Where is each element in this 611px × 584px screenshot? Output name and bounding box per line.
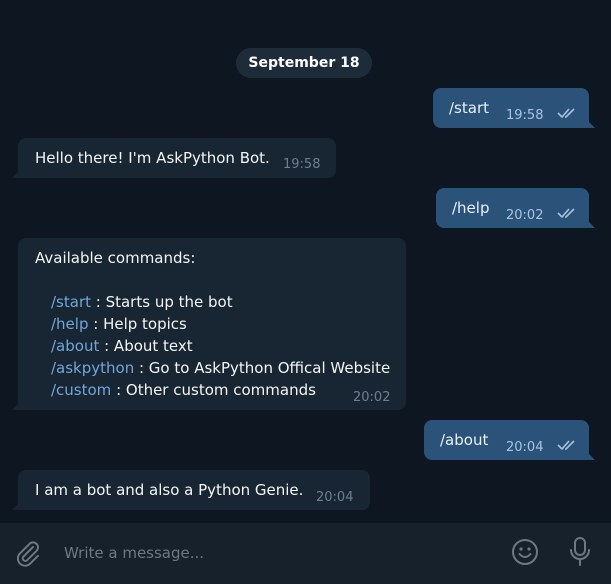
message-incoming[interactable]: Hello there! I'm AskPython Bot. 19:58: [12, 138, 336, 178]
message-time: 19:58: [506, 108, 544, 123]
paperclip-icon[interactable]: [14, 538, 42, 568]
message-text: /about: [440, 431, 489, 449]
command-line: /help : Help topics: [51, 313, 187, 335]
message-time: 20:04: [506, 440, 544, 455]
command-line: /about : About text: [51, 335, 193, 357]
command-link[interactable]: /custom: [51, 381, 111, 399]
message-incoming[interactable]: I am a bot and also a Python Genie. 20:0…: [12, 470, 370, 510]
microphone-icon[interactable]: [567, 535, 593, 569]
command-description: : About text: [99, 337, 193, 355]
command-line: /askpython : Go to AskPython Offical Web…: [51, 357, 390, 379]
command-line: /custom : Other custom commands: [51, 379, 316, 401]
message-time: 20:02: [353, 390, 391, 405]
command-description: : Help topics: [88, 315, 187, 333]
command-line: /start : Starts up the bot: [51, 291, 233, 313]
double-check-icon: [557, 108, 575, 119]
message-text: /start: [449, 99, 489, 117]
message-text: Hello there! I'm AskPython Bot.: [35, 149, 270, 167]
command-description: : Starts up the bot: [91, 293, 233, 311]
double-check-icon: [557, 208, 575, 219]
message-composer: [0, 523, 611, 584]
message-outgoing[interactable]: /about 20:04: [424, 420, 595, 460]
message-time: 20:02: [506, 208, 544, 223]
message-outgoing[interactable]: /start 19:58: [433, 88, 595, 128]
command-description: : Go to AskPython Offical Website: [134, 359, 391, 377]
message-text: I am a bot and also a Python Genie.: [35, 481, 304, 499]
emoji-icon[interactable]: [510, 537, 540, 567]
command-link[interactable]: /askpython: [51, 359, 134, 377]
message-input[interactable]: [64, 539, 484, 567]
command-link[interactable]: /start: [51, 293, 91, 311]
message-incoming[interactable]: Available commands: /start : Starts up t…: [12, 238, 406, 410]
command-link[interactable]: /help: [51, 315, 88, 333]
date-separator: September 18: [236, 48, 372, 78]
chat-history[interactable]: September 18 /start 19:58 Hello there! I…: [0, 0, 611, 523]
command-description: : Other custom commands: [111, 381, 316, 399]
message-heading: Available commands:: [35, 249, 196, 267]
command-link[interactable]: /about: [51, 337, 99, 355]
message-time: 20:04: [316, 490, 354, 505]
double-check-icon: [557, 440, 575, 451]
message-outgoing[interactable]: /help 20:02: [436, 188, 595, 228]
message-text: /help: [452, 199, 490, 217]
message-time: 19:58: [283, 157, 321, 172]
